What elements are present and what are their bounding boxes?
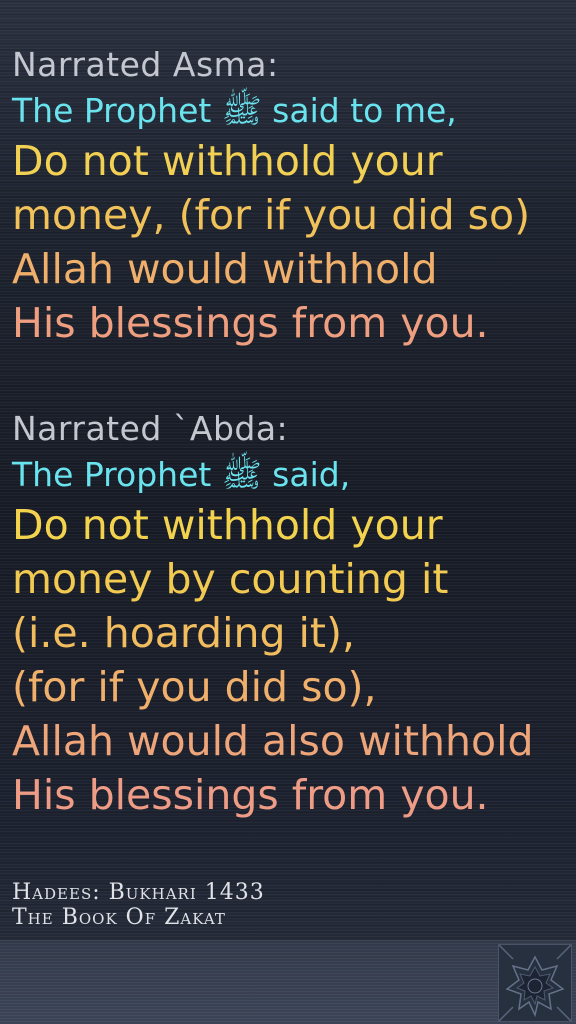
- bottom-band: [0, 940, 576, 1024]
- prophet-intro: The Prophet ﷺ said to me,: [12, 91, 457, 130]
- hadith-text-line: Do not withhold your: [12, 137, 443, 185]
- hadith-text-line: His blessings from you.: [12, 299, 489, 347]
- hadith-text-line: His blessings from you.: [12, 771, 489, 819]
- hadith-text-line: money, (for if you did so): [12, 191, 531, 239]
- hadith-text-line: Do not withhold your: [12, 501, 443, 549]
- hadith-text-line: Allah would also withhold: [12, 717, 534, 765]
- hadith-text-line: money by counting it: [12, 555, 449, 603]
- hadith-text-line: (i.e. hoarding it),: [12, 609, 355, 657]
- hadith-text-line: Allah would withhold: [12, 245, 438, 293]
- reference-label: Hadees: Bukhari 1433: [12, 880, 265, 905]
- hadith-block-1: Narrated Asma: The Prophet ﷺ said to me,…: [12, 42, 566, 350]
- narrator-label: Narrated `Abda:: [12, 409, 289, 448]
- book-label: The Book Of Zakat: [12, 905, 226, 930]
- prophet-intro: The Prophet ﷺ said,: [12, 455, 351, 494]
- hadith-content: Narrated Asma: The Prophet ﷺ said to me,…: [12, 42, 566, 822]
- hadith-reference: Hadees: Bukhari 1433 The Book Of Zakat: [12, 880, 265, 930]
- hadith-block-2: Narrated `Abda: The Prophet ﷺ said, Do n…: [12, 406, 566, 822]
- hadith-text-line: (for if you did so),: [12, 663, 377, 711]
- islamic-star-pattern-icon: [498, 944, 572, 1022]
- narrator-label: Narrated Asma:: [12, 45, 279, 84]
